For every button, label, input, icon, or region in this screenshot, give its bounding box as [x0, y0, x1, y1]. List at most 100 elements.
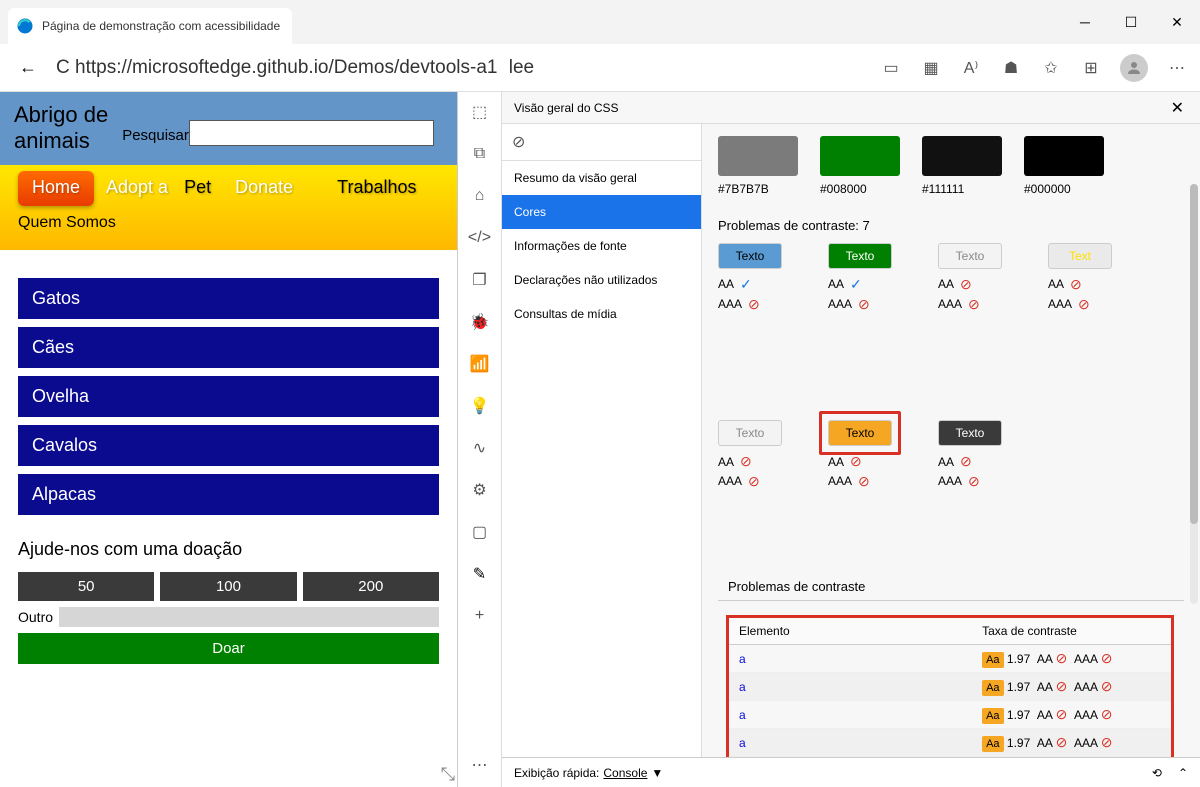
console-icon[interactable]: ❐	[468, 268, 492, 292]
menu-colors[interactable]: Cores	[502, 195, 701, 229]
other-label: Outro	[18, 609, 53, 625]
menu-fonts[interactable]: Informações de fonte	[502, 229, 701, 263]
contrast-item[interactable]: TextoAA⊘AAA⊘	[938, 420, 1002, 491]
url-value: https://microsoftedge.github.io/Demos/de…	[75, 57, 497, 78]
collections-icon[interactable]: ⊞	[1080, 57, 1102, 79]
url-field[interactable]: C https://microsoftedge.github.io/Demos/…	[56, 57, 880, 79]
search-label: Pesquisar	[122, 127, 189, 144]
drawer-collapse-icon[interactable]: ⌃	[1178, 766, 1188, 780]
back-button[interactable]: ←	[12, 52, 44, 84]
menu-unused[interactable]: Declarações não utilizados	[502, 263, 701, 297]
menu-media[interactable]: Consultas de mídia	[502, 297, 701, 331]
css-overview-icon[interactable]: ✎	[468, 562, 492, 586]
url-suffix: lee	[509, 57, 534, 78]
lighthouse-icon[interactable]: 💡	[468, 394, 492, 418]
read-aloud-icon[interactable]: A⁾	[960, 57, 982, 79]
devtools-rail: ⬚ ⧉ ⌂ </> ❐ 🐞 📶 💡 ∿ ⚙ ▢ ✎ + ⋯	[458, 92, 502, 787]
rendered-page: Abrigo de animais Pesquisar Home Adopt a…	[0, 92, 458, 787]
sources-icon[interactable]: </>	[468, 226, 492, 250]
issues-icon[interactable]: 🐞	[468, 310, 492, 334]
drawer-dropdown-icon[interactable]: ▼	[651, 766, 663, 780]
color-swatches: #7B7B7B #008000 #111111 #000000	[718, 136, 1184, 196]
color-swatch[interactable]: #000000	[1024, 136, 1104, 196]
application-icon[interactable]: ▢	[468, 520, 492, 544]
nav-donate[interactable]: Donate	[223, 169, 305, 206]
col-ratio: Taxa de contraste	[972, 618, 1171, 645]
inspect-icon[interactable]: ⬚	[468, 100, 492, 124]
window-controls: ─ ☐ ✕	[1062, 0, 1200, 44]
donate-section: Ajude-nos com uma doação 50 100 200 Outr…	[0, 533, 457, 670]
color-swatch[interactable]: #7B7B7B	[718, 136, 798, 196]
table-row[interactable]: aAa 1.97 AA ⊘ AAA ⊘	[729, 701, 1171, 729]
nav-jobs[interactable]: Trabalhos	[325, 169, 428, 206]
close-button[interactable]: ✕	[1154, 0, 1200, 44]
network-icon[interactable]: 📶	[468, 352, 492, 376]
css-overview-menu: ⊘ Resumo da visão geral Cores Informaçõe…	[502, 124, 702, 757]
donate-amount-button[interactable]: 50	[18, 572, 154, 601]
color-swatch[interactable]: #008000	[820, 136, 900, 196]
drawer-issues-icon[interactable]: ⟲	[1152, 766, 1162, 780]
performance-icon[interactable]: ∿	[468, 436, 492, 460]
contrast-item[interactable]: TextoAA✓AAA⊘	[828, 243, 892, 314]
contrast-item[interactable]: TextAA⊘AAA⊘	[1048, 243, 1112, 314]
url-prefix: C	[56, 57, 70, 78]
clear-icon[interactable]: ⊘	[502, 124, 701, 161]
avatar[interactable]	[1120, 54, 1148, 82]
contrast-table-title: Problemas de contraste	[718, 571, 1184, 601]
nav-pet[interactable]: Pet	[172, 169, 223, 206]
donate-amount-button[interactable]: 200	[303, 572, 439, 601]
panel-close-icon[interactable]: ✕	[1167, 94, 1188, 122]
edge-icon	[16, 17, 34, 35]
category-item[interactable]: Ovelha	[18, 376, 439, 417]
main-nav: Home Adopt a Pet Donate Trabalhos Quem S…	[0, 165, 457, 250]
contrast-item[interactable]: TextoAA⊘AAA⊘	[938, 243, 1002, 314]
category-item[interactable]: Gatos	[18, 278, 439, 319]
settings-icon[interactable]: ⚙	[468, 478, 492, 502]
scrollbar[interactable]	[1190, 184, 1198, 604]
maximize-button[interactable]: ☐	[1108, 0, 1154, 44]
devtools-header: Visão geral do CSS ✕	[502, 92, 1200, 124]
more-tools-icon[interactable]: ⋯	[468, 753, 492, 777]
drawer-label: Exibição rápida:	[514, 766, 599, 780]
color-swatch[interactable]: #111111	[922, 136, 1002, 196]
devtools-panel: Visão geral do CSS ✕ ⊘ Resumo da visão g…	[502, 92, 1200, 787]
more-icon[interactable]: ⋯	[1166, 57, 1188, 79]
site-title-line1: Abrigo de	[14, 102, 108, 128]
browser-tab[interactable]: Página de demonstração com acessibilidad…	[8, 8, 292, 44]
drawer-tab[interactable]: Console	[603, 766, 647, 780]
table-row[interactable]: aAa 1.97 AA ⊘ AAA ⊘	[729, 673, 1171, 701]
qr-icon[interactable]: ▦	[920, 57, 942, 79]
css-overview-content: #7B7B7B #008000 #111111 #000000 Problema…	[702, 124, 1200, 757]
search-input[interactable]	[189, 120, 434, 146]
screen-icon[interactable]: ▭	[880, 57, 902, 79]
reader-icon[interactable]: ☗	[1000, 57, 1022, 79]
menu-summary[interactable]: Resumo da visão geral	[502, 161, 701, 195]
url-bar: ← C https://microsoftedge.github.io/Demo…	[0, 44, 1200, 92]
donate-heading: Ajude-nos com uma doação	[18, 539, 439, 560]
contrast-item[interactable]: TextoAA⊘AAA⊘	[828, 420, 892, 491]
contrast-item[interactable]: TextoAA✓AAA⊘	[718, 243, 782, 314]
donate-amount-button[interactable]: 100	[160, 572, 296, 601]
contrast-item[interactable]: TextoAA⊘AAA⊘	[718, 420, 782, 491]
other-amount-input[interactable]	[59, 607, 439, 627]
resize-handle-icon[interactable]: ⤡	[441, 764, 455, 785]
nav-about[interactable]: Quem Somos	[0, 206, 134, 240]
category-list: Gatos Cães Ovelha Cavalos Alpacas	[0, 250, 457, 533]
category-item[interactable]: Cães	[18, 327, 439, 368]
device-icon[interactable]: ⧉	[468, 142, 492, 166]
category-item[interactable]: Cavalos	[18, 425, 439, 466]
nav-home[interactable]: Home	[18, 171, 94, 206]
tab-title: Página de demonstração com acessibilidad…	[42, 19, 280, 33]
site-title-line2: animais	[14, 128, 108, 154]
nav-adopt[interactable]: Adopt a	[94, 169, 180, 206]
url-toolbar: ▭ ▦ A⁾ ☗ ✩ ⊞ ⋯	[880, 54, 1188, 82]
window-titlebar: Página de demonstração com acessibilidad…	[0, 0, 1200, 44]
add-panel-icon[interactable]: +	[468, 604, 492, 628]
category-item[interactable]: Alpacas	[18, 474, 439, 515]
favorite-icon[interactable]: ✩	[1040, 57, 1062, 79]
donate-submit-button[interactable]: Doar	[18, 633, 439, 664]
minimize-button[interactable]: ─	[1062, 0, 1108, 44]
table-row[interactable]: aAa 1.97 AA ⊘ AAA ⊘	[729, 645, 1171, 673]
table-row[interactable]: aAa 1.97 AA ⊘ AAA ⊘	[729, 729, 1171, 757]
elements-icon[interactable]: ⌂	[468, 184, 492, 208]
